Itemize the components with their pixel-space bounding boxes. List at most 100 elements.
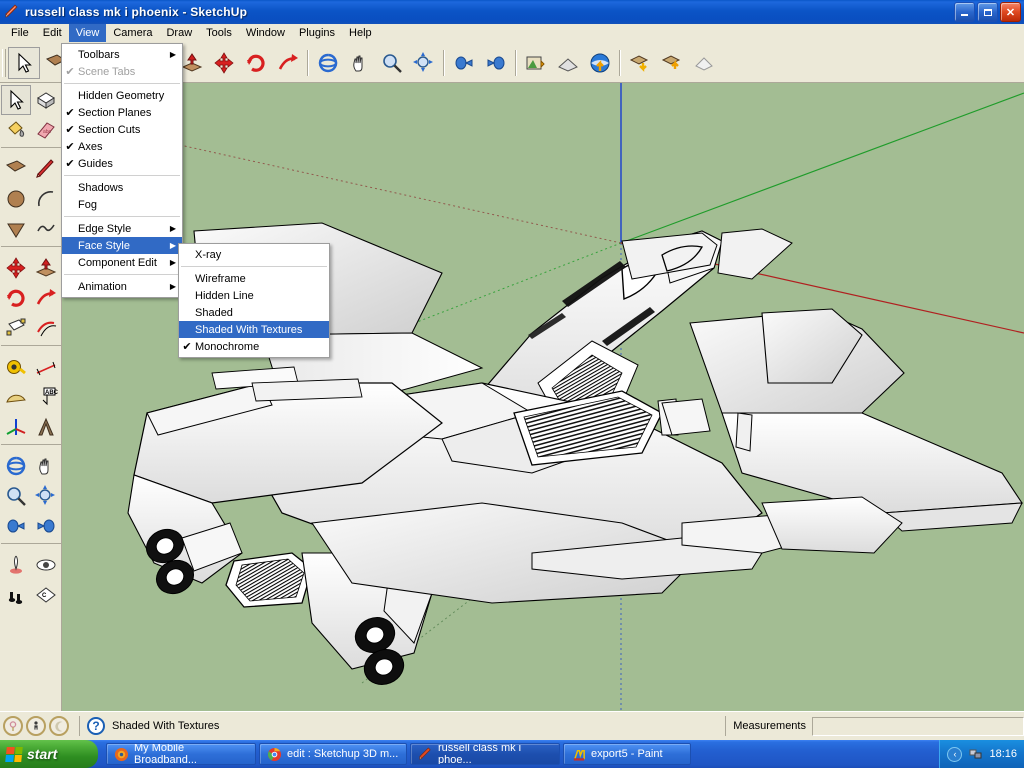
menu-item-toolbars[interactable]: Toolbars▶: [62, 46, 182, 63]
orbit-icon[interactable]: [312, 47, 344, 79]
push-pull-icon[interactable]: [31, 253, 61, 283]
look-around-icon[interactable]: [31, 550, 61, 580]
menu-item-x-ray[interactable]: X-ray: [179, 246, 329, 263]
menu-item-guides[interactable]: ✔Guides: [62, 155, 182, 172]
close-button[interactable]: ✕: [1000, 2, 1021, 22]
taskbar-item[interactable]: russell class mk i phoe...: [410, 743, 560, 765]
follow-me-icon[interactable]: [31, 283, 61, 313]
view-dropdown-menu[interactable]: Toolbars▶✔Scene TabsHidden Geometry✔Sect…: [61, 43, 183, 298]
geo-person-icon[interactable]: [26, 716, 46, 736]
rotate-icon[interactable]: [240, 47, 272, 79]
model-info-icon[interactable]: [688, 47, 720, 79]
menu-draw[interactable]: Draw: [159, 24, 199, 42]
toolbar-separator: [307, 50, 309, 76]
network-icon[interactable]: [968, 747, 983, 762]
toggle-terrain-icon[interactable]: [552, 47, 584, 79]
menu-item-shaded-with-textures[interactable]: Shaded With Textures: [179, 321, 329, 338]
freehand-icon[interactable]: [31, 214, 61, 244]
pan-hand-icon[interactable]: [344, 47, 376, 79]
offset-icon[interactable]: [31, 313, 61, 343]
menu-edit[interactable]: Edit: [36, 24, 69, 42]
menu-item-label: Component Edit: [78, 257, 183, 269]
select-arrow-icon[interactable]: [8, 47, 40, 79]
zoom-extents-icon[interactable]: [31, 481, 61, 511]
menu-view[interactable]: View: [69, 24, 107, 42]
menu-window[interactable]: Window: [239, 24, 292, 42]
line-pencil-icon[interactable]: [31, 154, 61, 184]
previous-view-icon[interactable]: [448, 47, 480, 79]
menu-item-wireframe[interactable]: Wireframe: [179, 270, 329, 287]
measurements-input[interactable]: [812, 717, 1024, 736]
arc-icon[interactable]: [31, 184, 61, 214]
restore-button[interactable]: [977, 2, 998, 22]
next-view-icon[interactable]: [480, 47, 512, 79]
paint-bucket-icon[interactable]: [1, 115, 31, 145]
help-question-icon[interactable]: ?: [87, 717, 105, 735]
protractor-icon[interactable]: [1, 382, 31, 412]
scale-icon[interactable]: [1, 313, 31, 343]
menu-item-component-edit[interactable]: Component Edit▶: [62, 254, 182, 271]
menu-item-axes[interactable]: ✔Axes: [62, 138, 182, 155]
get-models-icon[interactable]: [624, 47, 656, 79]
zoom-icon[interactable]: [1, 481, 31, 511]
eraser-icon[interactable]: abc: [31, 115, 61, 145]
rectangle-icon[interactable]: [1, 154, 31, 184]
move-icon[interactable]: [1, 253, 31, 283]
polygon-icon[interactable]: [1, 214, 31, 244]
face-style-submenu[interactable]: X-ray WireframeHidden LineShadedShaded Wi…: [178, 243, 330, 358]
menu-item-shadows[interactable]: Shadows: [62, 179, 182, 196]
make-component-icon[interactable]: [31, 85, 61, 115]
menu-item-edge-style[interactable]: Edge Style▶: [62, 220, 182, 237]
menu-file[interactable]: File: [4, 24, 36, 42]
start-button[interactable]: start: [0, 740, 98, 768]
menu-item-monochrome[interactable]: ✔Monochrome: [179, 338, 329, 355]
pan-hand-icon[interactable]: [31, 451, 61, 481]
menu-tools[interactable]: Tools: [199, 24, 239, 42]
menu-item-fog[interactable]: Fog: [62, 196, 182, 213]
minimize-button[interactable]: [954, 2, 975, 22]
axes-icon[interactable]: [1, 412, 31, 442]
toolbar-grip[interactable]: [2, 49, 6, 77]
taskbar-item[interactable]: export5 - Paint: [563, 743, 691, 765]
add-location-icon[interactable]: [520, 47, 552, 79]
circle-icon[interactable]: [1, 184, 31, 214]
rotate-icon[interactable]: [1, 283, 31, 313]
shadow-icon[interactable]: [49, 716, 69, 736]
menu-plugins[interactable]: Plugins: [292, 24, 342, 42]
share-model-icon[interactable]: [656, 47, 688, 79]
place-model-icon[interactable]: [584, 47, 616, 79]
3d-text-icon[interactable]: [31, 412, 61, 442]
tape-measure-icon[interactable]: [1, 352, 31, 382]
menu-item-animation[interactable]: Animation▶: [62, 278, 182, 295]
text-label-icon[interactable]: ABC: [31, 382, 61, 412]
menu-item-label: Toolbars: [78, 49, 176, 61]
taskbar-clock[interactable]: 18:16: [989, 748, 1017, 760]
menu-item-shaded[interactable]: Shaded: [179, 304, 329, 321]
orbit-icon[interactable]: [1, 451, 31, 481]
menu-camera[interactable]: Camera: [106, 24, 159, 42]
menu-item-face-style[interactable]: Face Style▶: [62, 237, 182, 254]
menu-item-scene-tabs[interactable]: ✔Scene Tabs: [62, 63, 182, 80]
next-view-icon[interactable]: [31, 511, 61, 541]
zoom-extents-icon[interactable]: [408, 47, 440, 79]
model-viewport[interactable]: [62, 83, 1024, 711]
menu-item-hidden-geometry[interactable]: Hidden Geometry: [62, 87, 182, 104]
menu-help[interactable]: Help: [342, 24, 379, 42]
section-plane-icon[interactable]: C: [31, 580, 61, 610]
zoom-icon[interactable]: [376, 47, 408, 79]
menu-item-section-cuts[interactable]: ✔Section Cuts: [62, 121, 182, 138]
chevron-left-icon[interactable]: ‹: [947, 747, 962, 762]
walk-icon[interactable]: [1, 580, 31, 610]
geo-location-icon[interactable]: [3, 716, 23, 736]
previous-view-icon[interactable]: [1, 511, 31, 541]
move-icon[interactable]: [208, 47, 240, 79]
menu-item-hidden-line[interactable]: Hidden Line: [179, 287, 329, 304]
taskbar-item[interactable]: edit : Sketchup 3D m...: [259, 743, 407, 765]
dimension-icon[interactable]: [31, 352, 61, 382]
follow-me-icon[interactable]: [272, 47, 304, 79]
menu-item-section-planes[interactable]: ✔Section Planes: [62, 104, 182, 121]
taskbar-item[interactable]: My Mobile Broadband...: [106, 743, 256, 765]
status-message: Shaded With Textures: [112, 720, 219, 732]
select-arrow-icon[interactable]: [1, 85, 31, 115]
position-camera-icon[interactable]: [1, 550, 31, 580]
